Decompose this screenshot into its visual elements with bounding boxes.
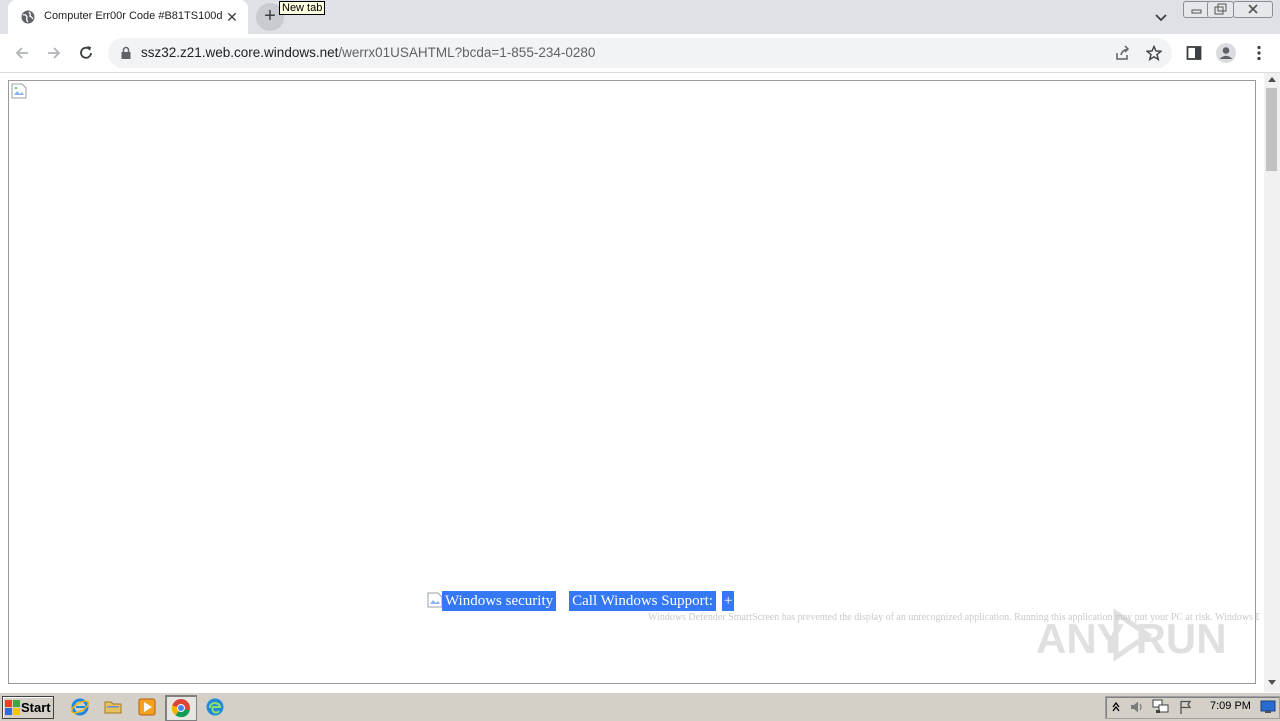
tab-strip: Computer Err00r Code #B81TS100d ✕ + New … xyxy=(0,0,1280,34)
lock-icon[interactable] xyxy=(120,46,132,60)
share-icon[interactable] xyxy=(1114,45,1130,61)
chevron-down-icon[interactable] xyxy=(1152,8,1170,26)
globe-icon xyxy=(21,10,35,24)
profile-avatar-icon[interactable] xyxy=(1215,42,1237,64)
url-host: ssz32.z21.web.core.windows.net xyxy=(141,45,339,60)
taskbar-clock[interactable]: 7:09 PM xyxy=(1210,700,1251,712)
minimize-icon xyxy=(1191,9,1202,14)
tab-title: Computer Err00r Code #B81TS100d xyxy=(44,10,222,22)
bookmark-star-icon[interactable] xyxy=(1146,45,1162,61)
network-icon[interactable] xyxy=(1152,699,1170,715)
call-support-link[interactable]: Call Windows Support: xyxy=(569,591,716,611)
back-arrow-icon[interactable] xyxy=(13,44,31,62)
browser-toolbar: ssz32.z21.web.core.windows.net/werrx01US… xyxy=(0,34,1280,73)
windows-logo-icon xyxy=(5,700,20,715)
scroll-down-icon[interactable] xyxy=(1268,680,1276,685)
chrome-icon xyxy=(171,699,190,718)
taskbar-chrome-button[interactable] xyxy=(165,695,197,721)
internet-explorer-icon[interactable] xyxy=(70,697,90,717)
restore-icon xyxy=(1214,3,1227,15)
window-controls xyxy=(1183,1,1273,18)
restore-button[interactable] xyxy=(1207,1,1234,18)
taskbar: Start 7:09 PM xyxy=(0,692,1280,721)
plus-icon[interactable]: + xyxy=(721,591,735,611)
show-desktop-icon[interactable] xyxy=(1260,700,1276,714)
anyrun-watermark: ANY RUN xyxy=(1036,608,1227,662)
tab-close-icon[interactable]: ✕ xyxy=(224,9,240,25)
system-tray: 7:09 PM xyxy=(1105,696,1280,719)
show-hidden-icons-icon[interactable] xyxy=(1111,700,1121,714)
file-explorer-icon[interactable] xyxy=(103,697,123,717)
minimize-button[interactable] xyxy=(1183,1,1210,18)
forward-arrow-icon[interactable] xyxy=(45,44,63,62)
broken-image-icon xyxy=(427,592,443,608)
new-tab-tooltip: New tab xyxy=(279,1,326,15)
close-button[interactable] xyxy=(1233,1,1273,18)
browser-tab[interactable]: Computer Err00r Code #B81TS100d ✕ xyxy=(8,0,248,34)
speaker-icon[interactable] xyxy=(1129,699,1145,715)
side-panel-icon[interactable] xyxy=(1185,44,1203,62)
vertical-scrollbar[interactable] xyxy=(1264,73,1280,692)
windows-security-label: Windows security xyxy=(442,591,557,611)
action-center-flag-icon[interactable] xyxy=(1178,699,1194,715)
scroll-up-icon[interactable] xyxy=(1268,77,1276,82)
media-player-icon[interactable] xyxy=(137,697,157,717)
menu-dots-icon[interactable] xyxy=(1250,44,1268,62)
url-path: /werrx01USAHTML?bcda=1-855-234-0280 xyxy=(338,45,596,60)
page-content: Windows security Call Windows Support: + W… xyxy=(0,73,1264,692)
start-label: Start xyxy=(21,700,51,715)
url-text: ssz32.z21.web.core.windows.net/werrx01US… xyxy=(141,45,595,60)
start-button[interactable]: Start xyxy=(2,696,54,719)
scroll-thumb[interactable] xyxy=(1266,88,1277,171)
address-bar[interactable]: ssz32.z21.web.core.windows.net/werrx01US… xyxy=(108,38,1172,68)
edge-icon[interactable] xyxy=(205,697,225,717)
reload-icon[interactable] xyxy=(77,44,95,62)
close-icon xyxy=(1248,4,1258,14)
broken-image-icon xyxy=(11,83,27,99)
security-bar: Windows security Call Windows Support: + xyxy=(427,591,735,611)
